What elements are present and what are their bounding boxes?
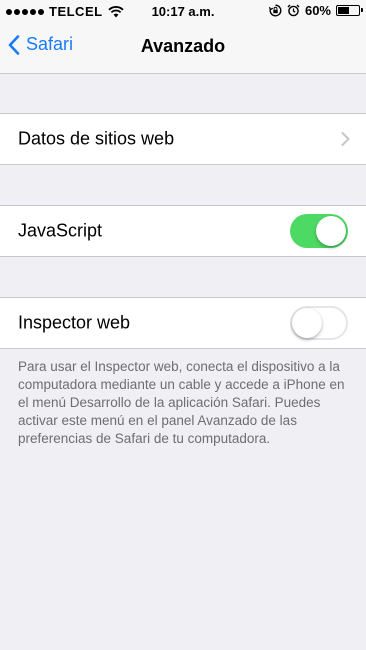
web-inspector-label: Inspector web <box>18 312 131 333</box>
javascript-row: JavaScript <box>0 205 366 257</box>
chevron-left-icon <box>8 34 20 55</box>
website-data-label: Datos de sitios web <box>18 128 175 149</box>
battery-level <box>338 7 350 14</box>
back-button-label: Safari <box>26 34 74 54</box>
javascript-toggle[interactable] <box>290 214 348 248</box>
rotation-lock-icon <box>268 4 282 17</box>
chevron-right-icon <box>341 132 350 146</box>
javascript-label: JavaScript <box>18 220 103 241</box>
web-inspector-footer-note: Para usar el Inspector web, conecta el d… <box>18 359 345 446</box>
web-inspector-row: Inspector web <box>0 297 366 349</box>
navigation-bar: Safari Avanzado <box>0 22 366 74</box>
status-right: 60% <box>268 3 363 18</box>
status-bar: TELCEL 10:17 a.m. 60% <box>0 0 366 22</box>
web-inspector-toggle[interactable] <box>290 306 348 340</box>
toggle-knob <box>292 308 322 338</box>
back-button[interactable]: Safari <box>8 34 73 55</box>
battery-icon <box>336 5 363 16</box>
toggle-knob <box>316 216 346 246</box>
battery-percent: 60% <box>304 3 331 18</box>
website-data-row[interactable]: Datos de sitios web <box>0 113 366 165</box>
alarm-icon <box>287 4 300 17</box>
